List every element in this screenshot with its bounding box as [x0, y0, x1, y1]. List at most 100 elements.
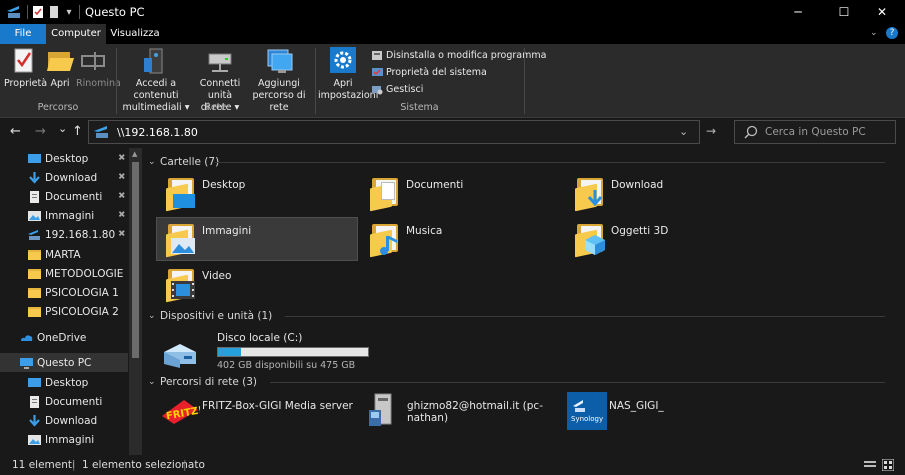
- videos-folder-icon: [165, 267, 197, 303]
- folder-label: Musica: [406, 225, 443, 237]
- close-button[interactable]: ✕: [859, 0, 905, 24]
- section-network-locations[interactable]: ⌄ Percorsi di rete (3): [148, 374, 257, 390]
- sidebar-item-download[interactable]: Download: [28, 411, 97, 430]
- network-location-pc-nathan[interactable]: ghizmo82@hotmail.it (pc-nathan): [367, 392, 567, 432]
- address-bar[interactable]: \\192.168.1.80 ⌄: [88, 120, 700, 144]
- status-separator: |: [183, 459, 187, 471]
- sidebar-item-psicologia-1[interactable]: PSICOLOGIA 1: [28, 283, 119, 302]
- tab-view[interactable]: Visualizza: [106, 24, 164, 44]
- properties-button[interactable]: Proprietà: [4, 46, 47, 90]
- up-button[interactable]: ↑: [72, 125, 83, 139]
- network-location-label: NAS_GIGI_: [609, 400, 664, 412]
- search-box[interactable]: Cerca in Questo PC: [734, 120, 896, 144]
- pin-icon: ✚: [114, 208, 127, 222]
- local-disk-c[interactable]: Disco locale (C:) 402 GB disponibili su …: [160, 332, 369, 374]
- rename-button[interactable]: Rinomina: [76, 46, 121, 90]
- navigation-pane: Desktop ✚ Download ✚ Documenti ✚ Immagini ✚ 192.…: [0, 148, 142, 455]
- folder-oggetti-3d[interactable]: Oggetti 3D: [566, 218, 766, 260]
- pin-icon: ✚: [114, 227, 127, 241]
- network-location-icon: [263, 46, 295, 76]
- network-drive-icon: [204, 46, 236, 76]
- go-arrow-icon[interactable]: →: [706, 124, 716, 138]
- section-folders[interactable]: ⌄ Cartelle (7): [148, 154, 219, 170]
- rename-icon: [78, 46, 110, 76]
- new-folder-quick-icon[interactable]: [49, 5, 59, 19]
- forward-button[interactable]: →: [35, 125, 46, 139]
- window-title: Questo PC: [85, 5, 145, 19]
- sidebar-item-documenti[interactable]: Documenti: [28, 392, 102, 411]
- sidebar-item-metodologie[interactable]: METODOLOGIE: [28, 264, 123, 283]
- status-bar: 11 elementi | 1 elemento selezionato |: [0, 455, 905, 475]
- folder-immagini[interactable]: Immagini: [156, 217, 358, 261]
- network-location-nas-gigi[interactable]: Synology NAS_GIGI_: [567, 392, 767, 432]
- folder-download[interactable]: Download: [566, 172, 766, 214]
- open-button[interactable]: Apri: [44, 46, 76, 90]
- manage-label: Gestisci: [386, 83, 424, 95]
- ribbon-separator: [524, 48, 525, 114]
- folder-documenti[interactable]: Documenti: [361, 172, 561, 214]
- folder-label: Download: [611, 179, 664, 191]
- back-button[interactable]: ←: [10, 125, 21, 139]
- sidebar-item-questo-pc[interactable]: Questo PC: [0, 353, 128, 372]
- section-devices[interactable]: ⌄ Dispositivi e unità (1): [148, 308, 272, 324]
- system-properties-icon: [372, 67, 383, 78]
- drive-usage-fill: [218, 348, 242, 356]
- properties-quick-icon[interactable]: [32, 5, 44, 19]
- folder-label: Desktop: [202, 179, 246, 191]
- open-folder-icon: [44, 46, 76, 76]
- address-dropdown-icon[interactable]: ⌄: [679, 125, 688, 138]
- documents-icon: [28, 190, 41, 203]
- music-folder-icon: [369, 222, 401, 258]
- scroll-up-icon[interactable]: ▲: [132, 150, 137, 158]
- sidebar-item-onedrive[interactable]: OneDrive: [20, 328, 86, 347]
- pin-icon: ✚: [114, 189, 127, 203]
- pin-icon: ✚: [114, 170, 127, 184]
- recent-locations-button[interactable]: ⌄: [58, 122, 67, 136]
- minimize-button[interactable]: ─: [775, 0, 821, 24]
- network-location-label: FRITZ-Box-GIGI Media server: [202, 400, 353, 412]
- details-view-icon[interactable]: [864, 460, 876, 473]
- section-divider: [270, 382, 885, 383]
- ribbon: Proprietà Apri Rinomina Accedi a contenu…: [0, 44, 905, 118]
- status-separator: |: [72, 459, 76, 471]
- manage-icon: [372, 84, 383, 95]
- customize-quick-access-icon[interactable]: ▾: [64, 5, 74, 19]
- network-location-fritz[interactable]: FRITZ! FRITZ-Box-GIGI Media server: [160, 392, 360, 432]
- sidebar-scroll-thumb[interactable]: [132, 162, 139, 358]
- sidebar-item-documenti[interactable]: Documenti: [28, 187, 102, 206]
- folder-label: Oggetti 3D: [611, 225, 669, 237]
- network-location-icon: [93, 124, 111, 143]
- sidebar-item-label: Documenti: [45, 395, 103, 408]
- help-icon[interactable]: ?: [886, 27, 898, 39]
- sidebar-item-download[interactable]: Download: [28, 168, 97, 187]
- folder-desktop[interactable]: Desktop: [157, 172, 357, 214]
- uninstall-program-button[interactable]: Disinstalla o modifica programma: [372, 48, 546, 62]
- system-properties-button[interactable]: Proprietà del sistema: [372, 65, 487, 79]
- sidebar-item-immagini[interactable]: Immagini: [28, 430, 94, 449]
- folder-musica[interactable]: Musica: [361, 218, 561, 260]
- properties-icon: [7, 46, 39, 76]
- sidebar-item-marta[interactable]: MARTA: [28, 245, 81, 264]
- manage-button[interactable]: Gestisci: [372, 82, 423, 96]
- add-location-label-line1: Aggiungi: [258, 78, 300, 89]
- sidebar-item-label: Immagini: [45, 209, 95, 222]
- sidebar-item-desktop[interactable]: Desktop: [28, 149, 88, 168]
- tab-file[interactable]: File: [0, 24, 46, 44]
- tab-computer[interactable]: Computer: [46, 24, 106, 44]
- desktop-icon: [28, 153, 41, 165]
- sidebar-item-192-168-1-80[interactable]: 192.168.1.80: [28, 225, 115, 244]
- folder-video[interactable]: Video: [157, 263, 357, 305]
- search-placeholder: Cerca in Questo PC: [765, 126, 866, 138]
- collapse-ribbon-icon[interactable]: ⌄: [870, 28, 878, 38]
- open-settings-button[interactable]: Apri impostazioni: [318, 46, 379, 102]
- large-icons-view-icon[interactable]: [881, 458, 895, 474]
- download-icon: [28, 414, 41, 427]
- sidebar-item-label: Questo PC: [37, 356, 92, 369]
- sidebar-item-desktop[interactable]: Desktop: [28, 373, 88, 392]
- documents-folder-icon: [369, 176, 401, 212]
- folder-label: Immagini: [202, 225, 252, 237]
- explorer-app-icon[interactable]: [6, 5, 22, 19]
- sidebar-item-psicologia-2[interactable]: PSICOLOGIA 2: [28, 302, 119, 321]
- sidebar-item-immagini[interactable]: Immagini: [28, 206, 94, 225]
- open-settings-label-line2: impostazioni: [318, 90, 379, 101]
